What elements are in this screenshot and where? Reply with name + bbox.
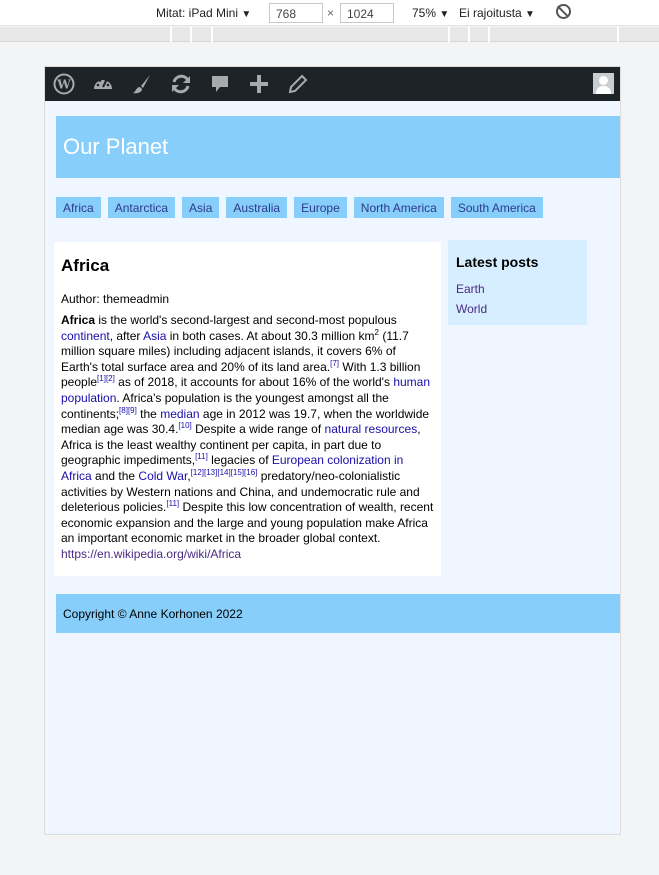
new-content-icon[interactable] bbox=[248, 73, 270, 95]
link-wikipedia[interactable]: https://en.wikipedia.org/wiki/Africa bbox=[61, 547, 241, 561]
width-input[interactable]: 768 bbox=[269, 3, 323, 23]
nav-item-europe[interactable]: Europe bbox=[294, 197, 347, 218]
continent-nav: Africa Antarctica Asia Australia Europe … bbox=[56, 197, 543, 218]
ref-link[interactable]: [1][2] bbox=[97, 374, 115, 383]
post-title: Africa bbox=[61, 256, 110, 275]
link-cold-war[interactable]: Cold War bbox=[138, 469, 187, 483]
rotate-icon[interactable] bbox=[556, 4, 571, 19]
nav-item-north-america[interactable]: North America bbox=[353, 197, 444, 218]
comments-icon[interactable] bbox=[209, 73, 231, 95]
height-input[interactable]: 1024 bbox=[340, 3, 394, 23]
ref-link[interactable]: [8][9] bbox=[119, 406, 137, 415]
media-query-ruler bbox=[0, 27, 659, 42]
svg-text:W: W bbox=[56, 78, 71, 92]
ref-link[interactable]: [10] bbox=[178, 421, 191, 430]
customize-brush-icon[interactable] bbox=[131, 73, 153, 95]
site-header: Our Planet bbox=[56, 116, 620, 178]
updates-icon[interactable] bbox=[170, 73, 192, 95]
dashboard-icon[interactable] bbox=[92, 73, 114, 95]
device-viewport: W Our Planet Africa Antarctica Asia Aust… bbox=[44, 66, 621, 835]
nav-item-asia[interactable]: Asia bbox=[182, 197, 220, 218]
link-asia[interactable]: Asia bbox=[143, 329, 166, 343]
nav-item-africa[interactable]: Africa bbox=[56, 197, 101, 218]
post-article: Africa Author: themeadmin Africa is the … bbox=[54, 242, 441, 576]
device-select[interactable]: Mitat: iPad Mini ▼ bbox=[156, 6, 251, 20]
sidebar-item-world[interactable]: World bbox=[456, 302, 579, 316]
nav-item-south-america[interactable]: South America bbox=[450, 197, 543, 218]
site-title[interactable]: Our Planet bbox=[63, 134, 168, 160]
ref-link[interactable]: [12][13][14][15][16] bbox=[191, 468, 258, 477]
ref-link[interactable]: [11] bbox=[195, 452, 208, 461]
throttle-select[interactable]: Ei rajoitusta ▼ bbox=[459, 6, 535, 20]
link-natural-resources[interactable]: natural resources bbox=[325, 422, 418, 436]
avatar[interactable] bbox=[593, 73, 614, 94]
chevron-down-icon: ▼ bbox=[241, 9, 252, 20]
nav-item-australia[interactable]: Australia bbox=[226, 197, 288, 218]
site-footer: Copyright © Anne Korhonen 2022 bbox=[56, 594, 620, 633]
wp-admin-bar: W bbox=[45, 67, 620, 101]
sidebar-heading: Latest posts bbox=[456, 254, 539, 270]
throttle-label: Ei rajoitusta bbox=[459, 6, 522, 20]
post-author: Author: themeadmin bbox=[61, 292, 170, 306]
copyright-text: Copyright © Anne Korhonen 2022 bbox=[63, 607, 243, 621]
nav-item-antarctica[interactable]: Antarctica bbox=[107, 197, 176, 218]
chevron-down-icon: ▼ bbox=[525, 9, 535, 20]
ref-link[interactable]: [11] bbox=[166, 499, 179, 508]
sidebar-item-earth[interactable]: Earth bbox=[456, 282, 579, 296]
wordpress-icon[interactable]: W bbox=[53, 73, 75, 95]
ref-link[interactable]: [7] bbox=[330, 359, 339, 368]
dimension-separator: × bbox=[327, 6, 335, 20]
zoom-label: 75% bbox=[412, 6, 437, 20]
link-median[interactable]: median bbox=[160, 407, 199, 421]
link-continent[interactable]: continent bbox=[61, 329, 110, 343]
chevron-down-icon: ▼ bbox=[439, 9, 450, 20]
post-body: Africa is the world's second-largest and… bbox=[61, 313, 434, 561]
edit-icon[interactable] bbox=[287, 73, 309, 95]
device-toolbar: Mitat: iPad Mini ▼ 768 × 1024 75% ▼ Ei r… bbox=[0, 0, 659, 26]
sidebar-latest-posts: Latest posts Earth World bbox=[448, 240, 587, 325]
zoom-select[interactable]: 75% ▼ bbox=[412, 6, 449, 20]
device-label: Mitat: iPad Mini bbox=[156, 6, 239, 20]
